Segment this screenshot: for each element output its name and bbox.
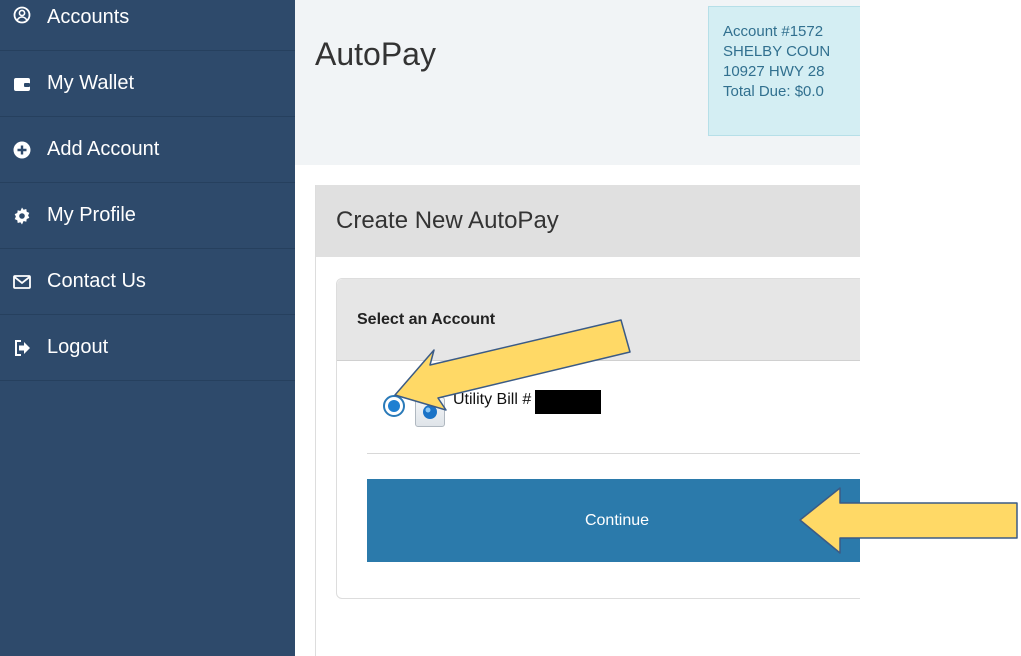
radio-selected-dot xyxy=(388,400,400,412)
account-radio[interactable] xyxy=(383,395,405,417)
page-header: AutoPay Account #1572 SHELBY COUN 10927 … xyxy=(295,0,860,165)
account-number: Account #1572 xyxy=(723,23,824,40)
sidebar-item-label: Accounts xyxy=(47,6,130,28)
select-account-card: Select an Account Utility Bill # Continu… xyxy=(336,278,860,599)
panel-heading: Create New AutoPay xyxy=(316,185,860,257)
account-summary-box: Account #1572 SHELBY COUN 10927 HWY 28 T… xyxy=(708,6,860,136)
user-circle-icon xyxy=(13,6,31,24)
account-option[interactable]: Utility Bill # xyxy=(383,390,602,427)
page-title: AutoPay xyxy=(315,36,436,72)
create-autopay-panel: Create New AutoPay Select an Account Uti… xyxy=(315,185,860,656)
card-heading: Select an Account xyxy=(337,279,860,361)
sidebar-item-my-profile[interactable]: My Profile xyxy=(0,183,295,249)
account-name: SHELBY COUN xyxy=(723,43,831,60)
utility-bill-icon xyxy=(415,397,445,427)
sidebar-item-my-wallet[interactable]: My Wallet xyxy=(0,51,295,117)
continue-button[interactable]: Continue xyxy=(367,479,860,562)
main-content: AutoPay Account #1572 SHELBY COUN 10927 … xyxy=(295,0,860,656)
wallet-icon xyxy=(13,75,31,93)
sidebar-item-label: Logout xyxy=(47,336,109,358)
sidebar-item-contact-us[interactable]: Contact Us xyxy=(0,249,295,315)
sidebar-item-add-account[interactable]: Add Account xyxy=(0,117,295,183)
sidebar-item-label: My Profile xyxy=(47,204,136,226)
envelope-icon xyxy=(13,273,31,291)
logout-icon xyxy=(13,339,31,357)
sidebar-nav: Accounts My Wallet Add Account My Profil… xyxy=(0,0,295,656)
total-due: Total Due: $0.0 xyxy=(723,83,824,100)
gear-icon xyxy=(13,207,31,225)
account-address: 10927 HWY 28 xyxy=(723,63,825,80)
account-option-label: Utility Bill # xyxy=(453,391,532,408)
divider xyxy=(367,453,860,454)
sidebar-item-label: Add Account xyxy=(47,138,160,160)
plus-circle-icon xyxy=(13,141,31,159)
sidebar-item-label: My Wallet xyxy=(47,72,135,94)
sidebar-item-logout[interactable]: Logout xyxy=(0,315,295,381)
redacted-account-number xyxy=(535,390,602,414)
sidebar-item-accounts[interactable]: Accounts xyxy=(0,0,295,51)
sidebar-item-label: Contact Us xyxy=(47,270,146,292)
